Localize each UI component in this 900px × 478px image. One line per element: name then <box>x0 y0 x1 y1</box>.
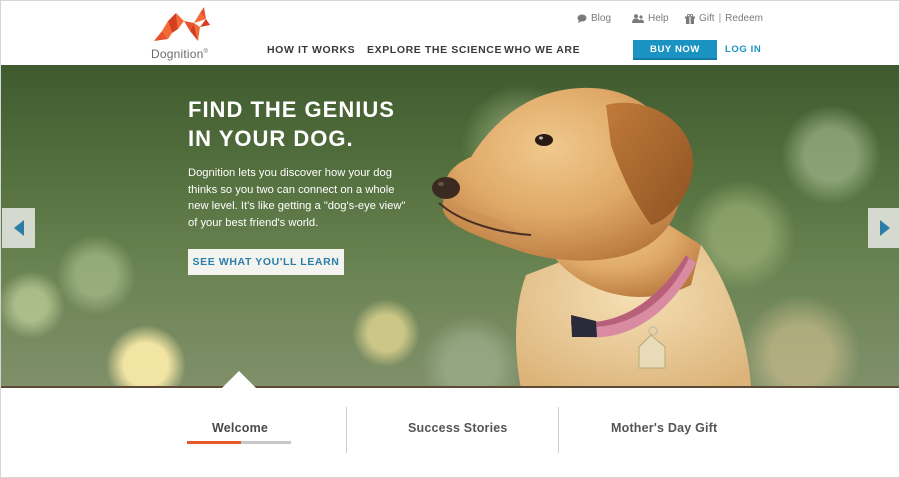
chevron-right-icon <box>879 220 890 236</box>
slide-tabs: Welcome Success Stories Mother's Day Gif… <box>1 388 899 477</box>
brand-name: Dognition® <box>151 47 209 61</box>
active-slide-pointer <box>222 371 256 388</box>
tab-divider <box>346 407 347 453</box>
page-frame: Dognition® Blog Help Gift | Redeem HOW I… <box>0 0 900 478</box>
gift-label: Gift <box>699 13 715 24</box>
labrador-dog-image <box>432 87 751 388</box>
carousel-prev-button[interactable] <box>2 208 35 248</box>
redeem-label: Redeem <box>725 13 763 24</box>
hero-description: Dognition lets you discover how your dog… <box>188 167 406 229</box>
buy-now-button[interactable]: BUY NOW <box>633 40 717 60</box>
blog-label: Blog <box>591 13 612 24</box>
gift-icon <box>685 13 695 24</box>
nav-explore-the-science[interactable]: EXPLORE THE SCIENCE <box>367 44 502 56</box>
nav-who-we-are[interactable]: WHO WE ARE <box>504 44 580 56</box>
dog-logo-icon <box>154 7 210 41</box>
hero-banner: FIND THE GENIUS IN YOUR DOG. Dognition l… <box>1 65 899 388</box>
welcome-progress-fill <box>187 441 242 444</box>
blog-link[interactable]: Blog <box>577 13 611 24</box>
dognition-logo[interactable]: Dognition® <box>151 7 213 63</box>
site-header: Dognition® Blog Help Gift | Redeem HOW I… <box>1 1 899 65</box>
gift-redeem-link[interactable]: Gift | Redeem <box>685 13 763 24</box>
speech-bubble-icon <box>577 14 587 23</box>
help-label: Help <box>648 13 669 24</box>
people-icon <box>632 14 644 23</box>
log-in-link[interactable]: LOG IN <box>725 44 761 55</box>
tab-success-stories[interactable]: Success Stories <box>408 421 508 435</box>
gift-separator: | <box>718 13 722 24</box>
tab-divider <box>558 407 559 453</box>
help-link[interactable]: Help <box>632 13 669 24</box>
tab-mothers-day-gift[interactable]: Mother's Day Gift <box>611 421 717 435</box>
see-what-youll-learn-button[interactable]: SEE WHAT YOU'LL LEARN <box>188 249 344 275</box>
hero-title: FIND THE GENIUS IN YOUR DOG. <box>188 97 395 151</box>
chevron-left-icon <box>13 220 24 236</box>
nav-how-it-works[interactable]: HOW IT WORKS <box>267 44 355 56</box>
carousel-next-button[interactable] <box>868 208 899 248</box>
welcome-progress-bar <box>187 441 291 444</box>
tab-welcome[interactable]: Welcome <box>212 421 268 435</box>
